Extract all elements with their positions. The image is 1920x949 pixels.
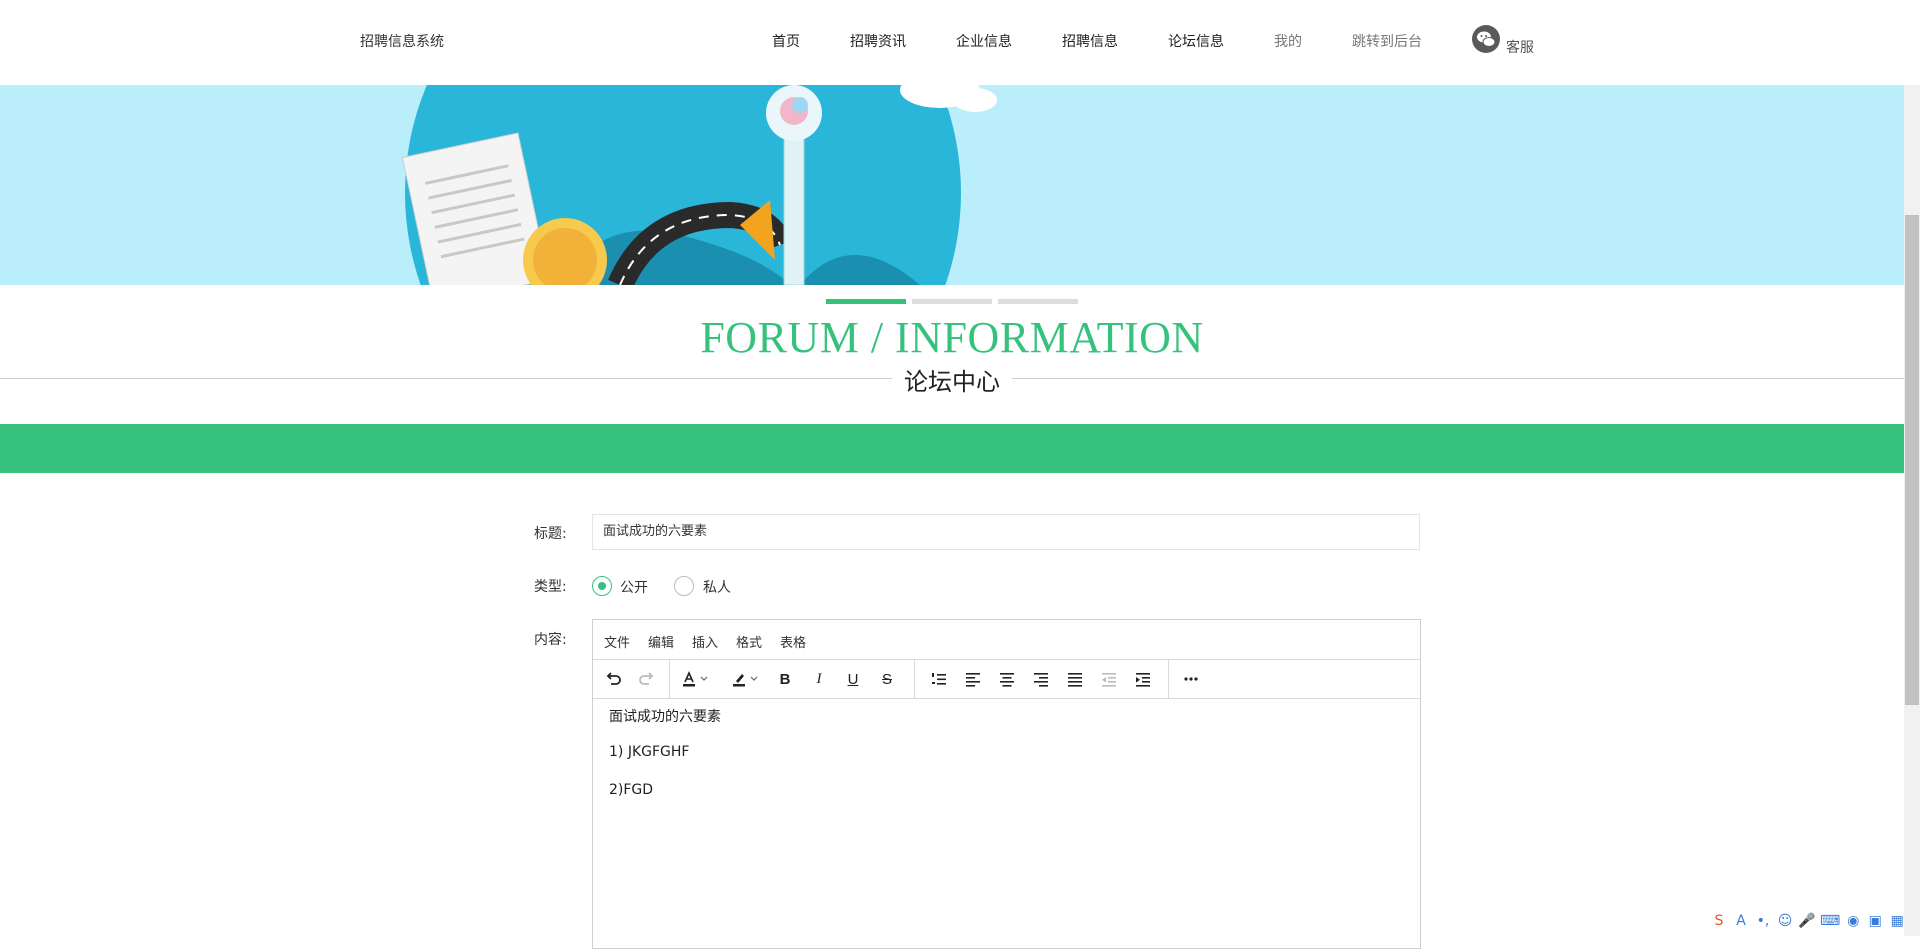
menu-table[interactable]: 表格 [780, 632, 806, 651]
section-title-en: FORUM / INFORMATION [700, 313, 1204, 362]
underline-icon[interactable]: U [841, 668, 865, 690]
nav-company-info[interactable]: 企业信息 [956, 31, 1012, 51]
section-green-bar [0, 424, 1904, 473]
content-line-3: 2)FGD [609, 782, 654, 798]
top-header: 招聘信息系统 首页 招聘资讯 企业信息 招聘信息 论坛信息 我的 跳转到后台 客… [0, 0, 1904, 85]
toolbar-divider [669, 660, 670, 698]
numbered-list-icon[interactable] [927, 668, 951, 690]
hero-banner [0, 85, 1904, 285]
align-justify-icon[interactable] [1063, 668, 1087, 690]
highlight-chevron-icon[interactable] [747, 668, 761, 690]
type-label: 类型: [534, 579, 567, 595]
indent-icon[interactable] [1131, 668, 1155, 690]
radio-public-label[interactable]: 公开 [620, 577, 648, 597]
italic-icon[interactable]: I [807, 668, 831, 690]
content-label: 内容: [534, 632, 567, 648]
bold-icon[interactable]: B [773, 668, 797, 690]
ime-voice-icon[interactable]: 🎤 [1798, 913, 1816, 929]
radio-private-label[interactable]: 私人 [703, 577, 731, 597]
customer-service-button[interactable]: 客服 [1472, 25, 1552, 57]
nav-recruit-news[interactable]: 招聘资讯 [850, 31, 906, 51]
nav-forum[interactable]: 论坛信息 [1168, 31, 1224, 51]
service-label: 客服 [1506, 40, 1534, 56]
editor-menubar: 文件 编辑 插入 格式 表格 [593, 620, 1420, 660]
text-color-chevron-icon[interactable] [697, 668, 711, 690]
ime-toolbar: S A •, ☺ 🎤 ⌨ ◉ ▣ ▦ [1710, 910, 1906, 932]
radio-private[interactable] [674, 576, 694, 596]
ime-mode-icon[interactable]: A [1732, 913, 1750, 929]
editor-toolbar: B I U S [593, 660, 1420, 699]
ime-emoji-icon[interactable]: ☺ [1776, 913, 1794, 929]
nav-mine[interactable]: 我的 [1274, 31, 1302, 51]
ime-keyboard-icon[interactable]: ⌨ [1820, 913, 1840, 929]
wechat-icon [1472, 25, 1500, 53]
redo-icon[interactable] [635, 668, 659, 690]
ime-user-icon[interactable]: ◉ [1844, 913, 1862, 929]
toolbar-divider [914, 660, 915, 698]
more-icon[interactable] [1179, 668, 1203, 690]
ime-menu-icon[interactable]: ▦ [1888, 913, 1906, 929]
strikethrough-icon[interactable]: S [875, 668, 899, 690]
ime-punct-icon[interactable]: •, [1754, 913, 1772, 929]
radio-public[interactable] [592, 576, 612, 596]
menu-edit[interactable]: 编辑 [648, 632, 674, 651]
nav-home[interactable]: 首页 [772, 31, 800, 51]
content-line-1: 面试成功的六要素 [609, 709, 721, 725]
toolbar-divider [1168, 660, 1169, 698]
scrollbar-thumb[interactable] [1905, 215, 1919, 705]
slider-dot-3[interactable] [998, 299, 1078, 304]
slider-dot-2[interactable] [912, 299, 992, 304]
ime-skin-icon[interactable]: ▣ [1866, 913, 1884, 929]
nav-admin[interactable]: 跳转到后台 [1352, 31, 1422, 51]
menu-format[interactable]: 格式 [736, 632, 762, 651]
menu-insert[interactable]: 插入 [692, 632, 718, 651]
undo-icon[interactable] [601, 668, 625, 690]
title-input[interactable]: 面试成功的六要素 [592, 514, 1420, 550]
outdent-icon[interactable] [1097, 668, 1121, 690]
menu-file[interactable]: 文件 [604, 632, 630, 651]
site-brand[interactable]: 招聘信息系统 [360, 31, 444, 51]
align-left-icon[interactable] [961, 668, 985, 690]
sogou-logo-icon[interactable]: S [1710, 913, 1728, 929]
content-line-2: 1) JKGFGHF [609, 744, 690, 760]
title-label: 标题: [534, 526, 567, 542]
align-right-icon[interactable] [1029, 668, 1053, 690]
rich-text-editor: 文件 编辑 插入 格式 表格 B I U S 面试成功的六要素 1) JKGFG… [592, 619, 1421, 949]
slider-dot-1[interactable] [826, 299, 906, 304]
section-title-zh: 论坛中心 [892, 362, 1012, 397]
align-center-icon[interactable] [995, 668, 1019, 690]
nav-job-info[interactable]: 招聘信息 [1062, 31, 1118, 51]
